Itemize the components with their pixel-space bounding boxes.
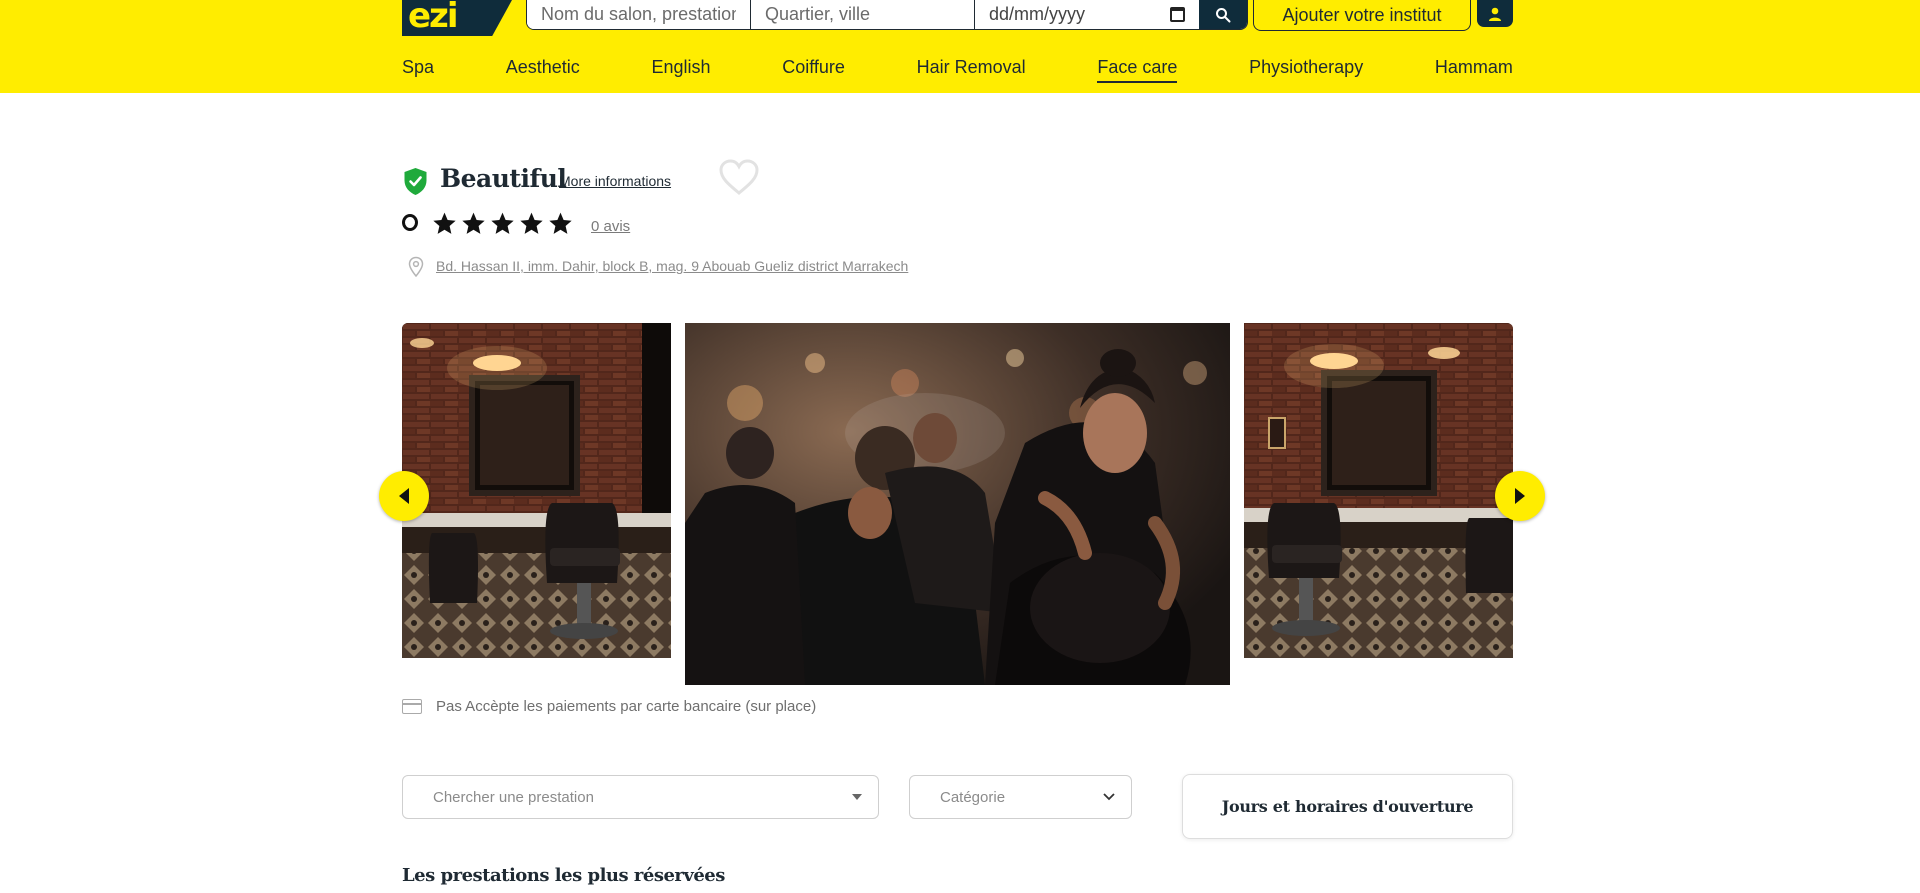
gallery-prev-button[interactable]	[379, 471, 429, 521]
payment-info: Pas Accèpte les paiements par carte banc…	[436, 698, 817, 715]
salon-address-link[interactable]: Bd. Hassan II, imm. Dahir, block B, mag.…	[436, 258, 908, 274]
opening-hours-button[interactable]: Jours et horaires d'ouverture	[1182, 774, 1513, 839]
category-select[interactable]: Catégorie	[909, 775, 1132, 819]
service-search-select[interactable]: Chercher une prestation	[402, 775, 879, 819]
location-pin-icon	[408, 256, 424, 277]
search-icon	[1216, 7, 1231, 22]
chevron-down-icon	[1103, 793, 1115, 801]
barber-at-work-photo	[685, 323, 1230, 685]
category-nav: Spa Aesthetic English Coiffure Hair Remo…	[402, 57, 1513, 83]
barber-interior-photo	[402, 323, 671, 658]
star-icon	[491, 212, 514, 234]
reviews-link[interactable]: 0 avis	[591, 218, 630, 235]
nav-item-coiffure[interactable]: Coiffure	[782, 57, 845, 83]
location-input[interactable]	[751, 0, 975, 29]
more-informations-link[interactable]: More informations	[559, 173, 671, 189]
nav-item-aesthetic[interactable]: Aesthetic	[506, 57, 580, 83]
star-icon	[520, 212, 543, 234]
top-header: ezi dd/mm/yyyy Ajouter votre institut Sp…	[0, 0, 1920, 93]
date-placeholder: dd/mm/yyyy	[989, 4, 1086, 24]
star-icon	[462, 212, 485, 234]
arrow-right-icon	[1515, 488, 1525, 504]
nav-item-face-care[interactable]: Face care	[1097, 57, 1178, 83]
calendar-icon[interactable]	[1170, 7, 1185, 22]
star-icon	[433, 212, 456, 234]
salon-name: Beautiful	[440, 164, 567, 193]
gallery-image-main[interactable]	[685, 323, 1230, 685]
service-search-placeholder: Chercher une prestation	[433, 788, 594, 806]
search-button[interactable]	[1199, 0, 1247, 29]
nav-item-hammam[interactable]: Hammam	[1435, 57, 1513, 83]
gallery-image-right[interactable]	[1244, 323, 1513, 658]
logo-text: ezi	[408, 0, 458, 36]
rating-stars	[432, 211, 573, 236]
user-icon	[1489, 7, 1501, 21]
ezi-logo[interactable]: ezi	[402, 0, 512, 36]
verified-shield-icon	[404, 168, 427, 195]
caret-down-icon	[852, 794, 862, 800]
gallery-image-left[interactable]	[402, 323, 671, 658]
nav-item-physiotherapy[interactable]: Physiotherapy	[1249, 57, 1363, 83]
barber-interior-photo	[1244, 323, 1513, 658]
nav-item-spa[interactable]: Spa	[402, 57, 434, 83]
most-booked-services-title: Les prestations les plus réservées	[402, 865, 725, 886]
search-bar: dd/mm/yyyy	[526, 0, 1248, 30]
category-placeholder: Catégorie	[940, 788, 1006, 806]
date-input[interactable]: dd/mm/yyyy	[975, 0, 1199, 29]
salon-search-input[interactable]	[527, 0, 751, 29]
nav-item-english[interactable]: English	[651, 57, 710, 83]
credit-card-icon	[402, 699, 422, 714]
user-account-button[interactable]	[1477, 0, 1513, 27]
nav-item-hair-removal[interactable]: Hair Removal	[917, 57, 1026, 83]
arrow-left-icon	[399, 488, 409, 504]
add-institute-button[interactable]: Ajouter votre institut	[1253, 0, 1471, 31]
favorite-heart-icon[interactable]	[718, 158, 760, 196]
rating-score: 0	[402, 214, 418, 231]
star-icon	[549, 212, 572, 234]
gallery-next-button[interactable]	[1495, 471, 1545, 521]
